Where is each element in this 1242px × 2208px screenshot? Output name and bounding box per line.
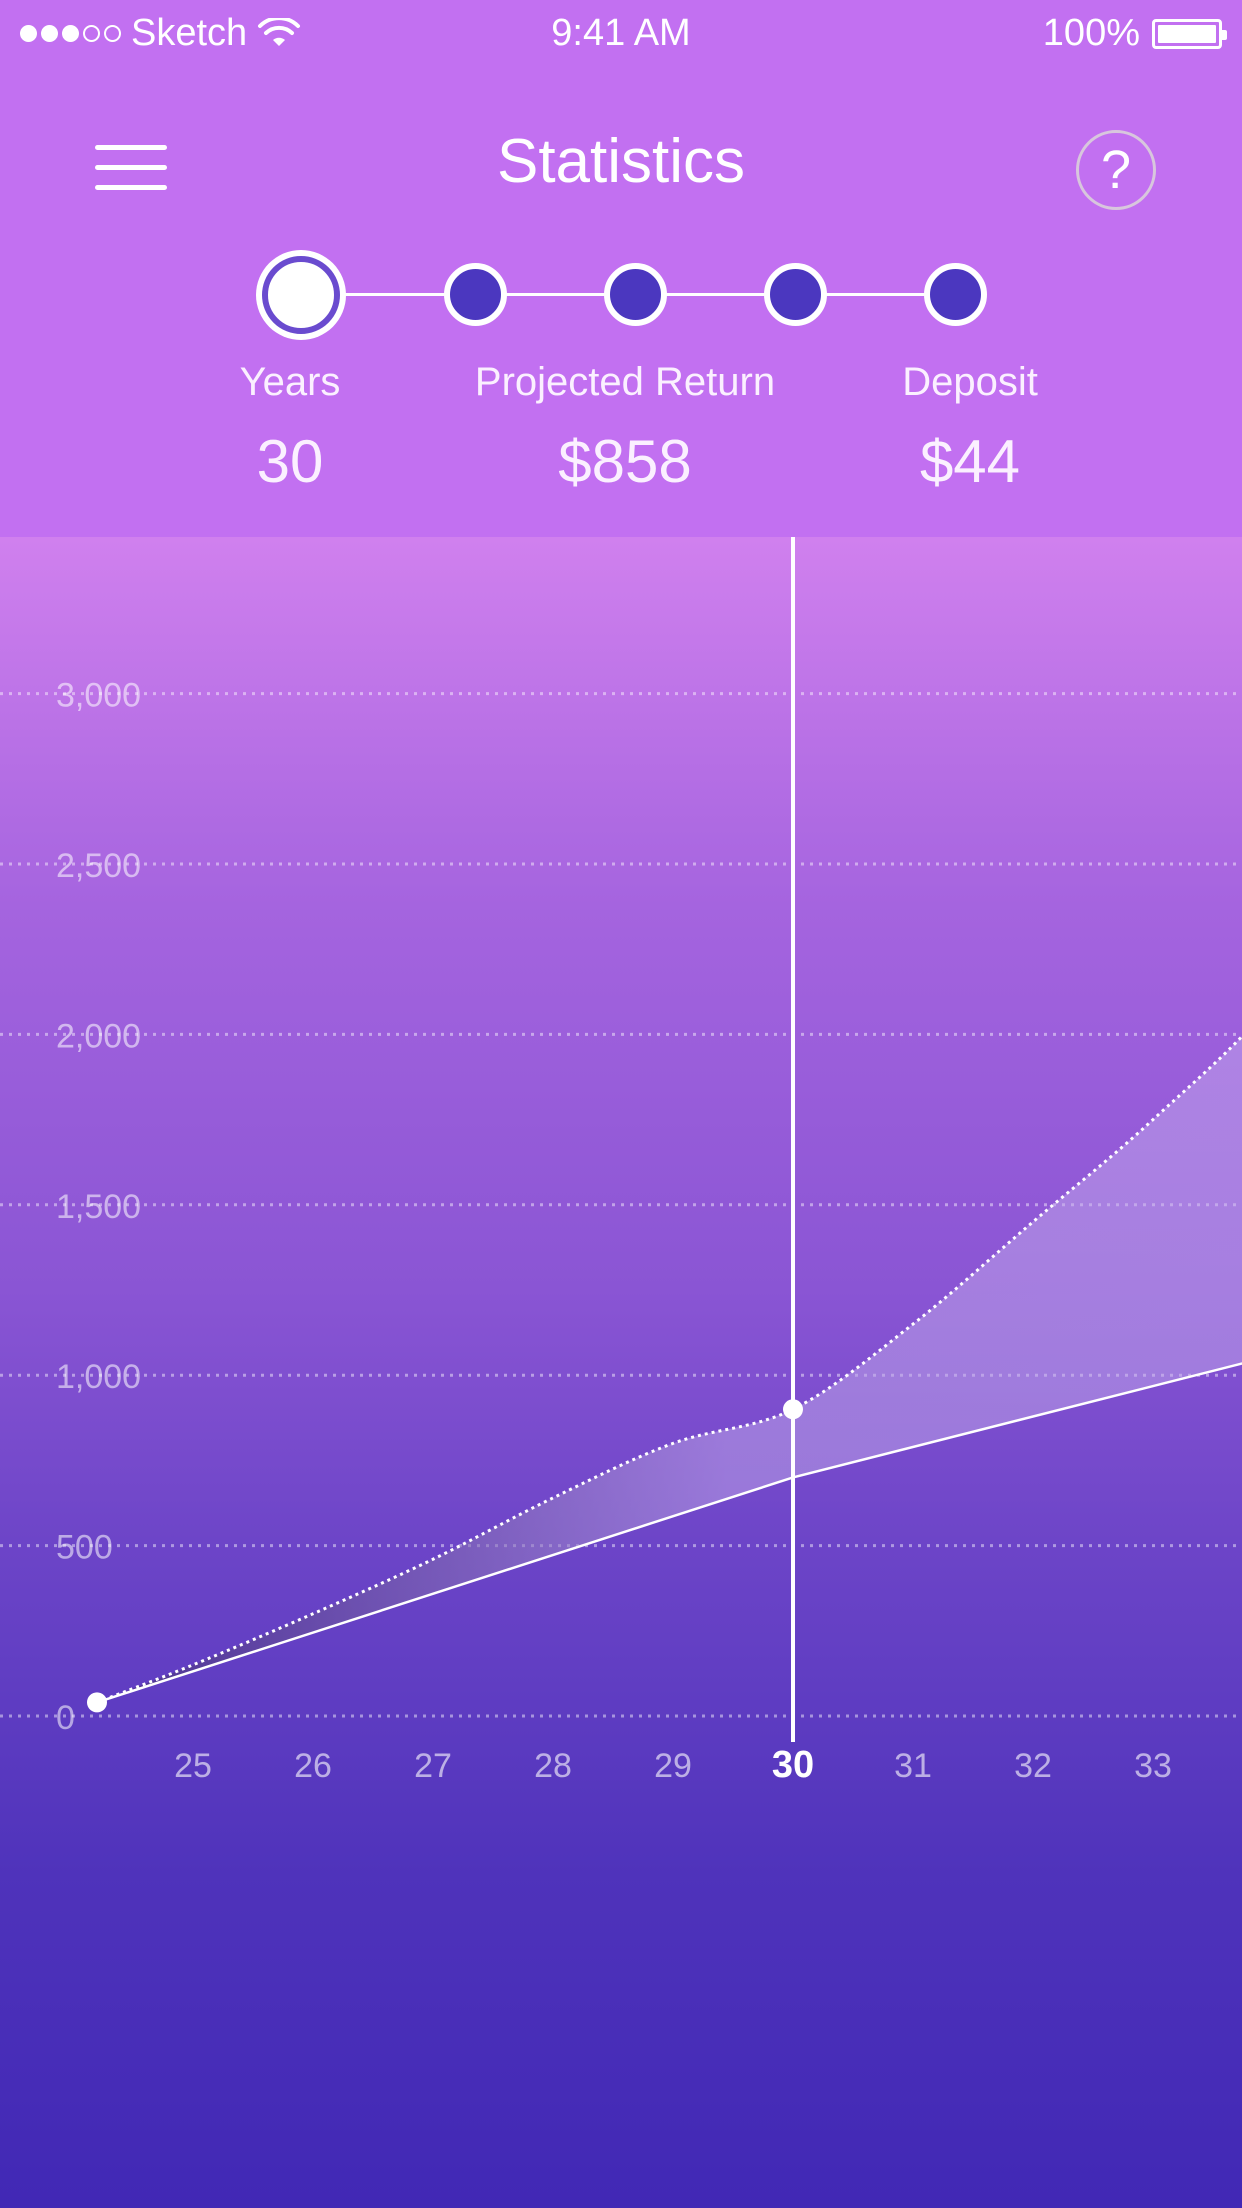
step-2[interactable] <box>444 263 507 326</box>
metric-value: $44 <box>919 428 1021 495</box>
metric-deposit: Deposit $44 <box>850 360 1090 496</box>
status-bar: Sketch 9:41 AM 100% <box>0 0 1242 70</box>
x-tick-label: 26 <box>294 1747 332 1785</box>
y-tick-label: 1,500 <box>56 1188 141 1226</box>
x-tick-label: 29 <box>654 1747 692 1785</box>
help-button[interactable]: ? <box>1076 130 1156 210</box>
step-4[interactable] <box>764 263 827 326</box>
x-tick-label: 31 <box>894 1747 932 1785</box>
metric-label: Deposit <box>902 360 1038 404</box>
nav-bar: Statistics ? <box>0 110 1242 220</box>
y-tick-label: 3,000 <box>56 677 141 715</box>
metrics: Years 30 Projected Return $858 Deposit $… <box>0 360 1242 510</box>
x-tick-label-selected: 30 <box>772 1744 814 1786</box>
metric-value: 30 <box>256 428 324 495</box>
step-5[interactable] <box>924 263 987 326</box>
status-right: 100% <box>1042 12 1227 55</box>
battery-fill <box>1158 24 1216 43</box>
metric-years: Years 30 <box>190 360 390 496</box>
y-tick-label: 0 <box>56 1699 75 1737</box>
metric-label: Projected Return <box>474 360 776 404</box>
highlight-point <box>87 1692 107 1713</box>
x-tick-label: 32 <box>1014 1747 1052 1785</box>
battery-icon <box>1152 18 1227 49</box>
metric-projected-return: Projected Return $858 <box>445 360 805 496</box>
y-tick-label: 1,000 <box>56 1358 141 1396</box>
header-area: Sketch 9:41 AM 100% Statistics ? Years 3… <box>0 0 1242 537</box>
projection-chart[interactable]: 0 500 1,000 1,500 2,000 2,500 3,000 25 26 27 28 29 3… <box>0 537 1242 2208</box>
y-tick-label: 2,000 <box>56 1017 141 1055</box>
highlight-point <box>783 1399 803 1420</box>
page-title: Statistics <box>496 127 746 196</box>
chart-area[interactable]: 0 500 1,000 1,500 2,000 2,500 3,000 25 26 27 28 29 3… <box>0 537 1242 2208</box>
step-1[interactable] <box>262 256 340 334</box>
x-tick-label: 28 <box>534 1747 572 1785</box>
x-tick-label: 33 <box>1134 1747 1172 1785</box>
metric-value: $858 <box>558 428 692 495</box>
y-tick-label: 500 <box>56 1529 113 1567</box>
metric-label: Years <box>239 360 341 404</box>
stepper <box>0 248 1242 340</box>
y-tick-label: 2,500 <box>56 847 141 885</box>
battery-percent: 100% <box>1042 12 1140 54</box>
return-band <box>97 1036 1242 1703</box>
step-3[interactable] <box>604 263 667 326</box>
x-tick-label: 27 <box>414 1747 452 1785</box>
x-tick-label: 25 <box>174 1747 212 1785</box>
